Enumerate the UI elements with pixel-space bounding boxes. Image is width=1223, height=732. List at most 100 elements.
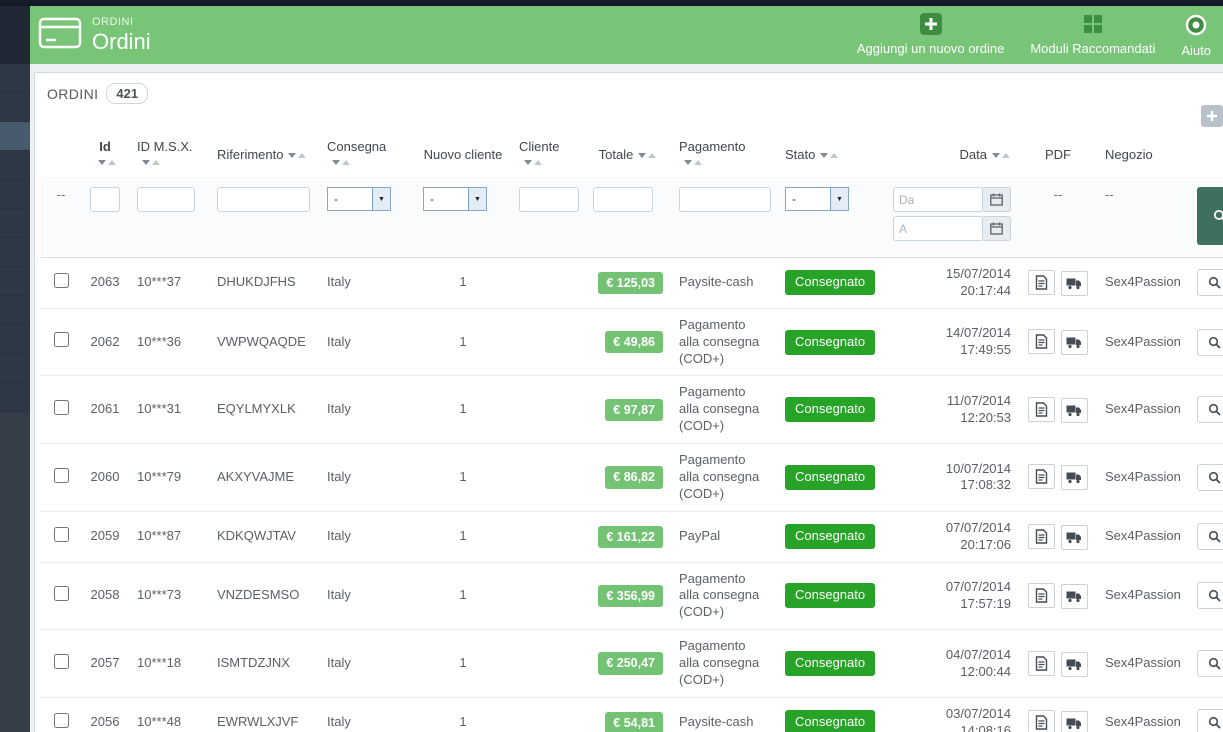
column-header-id[interactable]: Id: [81, 129, 129, 177]
filter-totale-input[interactable]: [593, 187, 653, 212]
delivery-pdf-button[interactable]: [1060, 330, 1088, 356]
sidebar-item[interactable]: [0, 296, 30, 325]
calendar-icon[interactable]: [983, 216, 1011, 241]
cell-time: 12:00:44: [960, 663, 1011, 679]
delivery-pdf-button[interactable]: [1060, 583, 1088, 609]
status-badge: Consegnato: [785, 583, 876, 609]
table-header-row: Id ID M.S.X. Riferimento Consegna Nuovo clie…: [41, 129, 1223, 177]
row-checkbox[interactable]: [53, 712, 69, 728]
cell-id-msx: 10***73: [129, 561, 209, 630]
sidebar-item[interactable]: [0, 383, 30, 412]
column-header-riferimento[interactable]: Riferimento: [209, 129, 319, 177]
cell-time: 17:08:32: [960, 477, 1011, 493]
total-badge: € 250,47: [598, 652, 663, 675]
total-badge: € 356,99: [598, 584, 663, 608]
help-button[interactable]: Aiuto: [1181, 13, 1211, 58]
sidebar-item-active[interactable]: [0, 122, 30, 151]
cell-time: 17:49:55: [960, 342, 1011, 358]
row-checkbox[interactable]: [53, 585, 69, 601]
column-header-consegna[interactable]: Consegna: [319, 129, 415, 177]
cell-pagamento: Paysite-cash: [671, 257, 777, 309]
invoice-pdf-button[interactable]: [1028, 582, 1056, 608]
sort-arrows-icon: [991, 147, 1011, 162]
view-order-button[interactable]: [1197, 523, 1223, 551]
cell-negozio: Sex4Passion: [1097, 696, 1189, 732]
filter-msx-input[interactable]: [137, 187, 195, 212]
view-order-button[interactable]: [1197, 463, 1223, 491]
column-header-data[interactable]: Data: [885, 129, 1019, 177]
add-new-button[interactable]: [1201, 105, 1223, 127]
filter-consegna-select[interactable]: - ▼: [327, 187, 391, 211]
view-order-button[interactable]: [1197, 396, 1223, 424]
cell-date: 11/07/2014: [946, 392, 1011, 408]
invoice-pdf-button[interactable]: [1028, 709, 1056, 732]
sidebar-item[interactable]: [0, 209, 30, 238]
delivery-pdf-button[interactable]: [1060, 710, 1088, 732]
cell-cliente: [511, 307, 585, 376]
row-checkbox[interactable]: [53, 332, 69, 348]
sidebar-item[interactable]: [0, 93, 30, 122]
cell-order-id: 2060: [81, 443, 129, 512]
delivery-pdf-button[interactable]: [1060, 270, 1088, 296]
recommended-modules-button[interactable]: Moduli Raccomandati: [1030, 13, 1155, 56]
view-order-button[interactable]: [1197, 582, 1223, 610]
sidebar-item[interactable]: [0, 64, 30, 93]
invoice-pdf-button[interactable]: [1028, 329, 1056, 355]
column-header-cliente[interactable]: Cliente: [511, 129, 585, 177]
sidebar-item[interactable]: [0, 354, 30, 383]
column-header-totale[interactable]: Totale: [585, 129, 671, 177]
filter-date-from-input[interactable]: [893, 187, 983, 212]
delivery-pdf-button[interactable]: [1060, 465, 1088, 491]
add-order-button[interactable]: Aggiungi un nuovo ordine: [857, 12, 1004, 56]
help-icon: [1184, 13, 1208, 40]
cell-date: 04/07/2014: [945, 646, 1011, 662]
sidebar-item[interactable]: [0, 151, 30, 180]
filter-id-input[interactable]: [90, 187, 120, 212]
view-order-button[interactable]: [1197, 650, 1223, 678]
column-header-stato[interactable]: Stato: [777, 129, 885, 177]
cell-id-msx: 10***31: [129, 375, 209, 444]
row-checkbox[interactable]: [53, 467, 69, 483]
recommended-modules-label: Moduli Raccomandati: [1030, 40, 1156, 56]
main-content: ORDINI 421 Id ID M.S.X. Riferimento Cons…: [30, 64, 1223, 732]
invoice-pdf-button[interactable]: [1028, 269, 1056, 295]
filter-stato-value: -: [792, 192, 796, 206]
filter-stato-select[interactable]: - ▼: [785, 187, 849, 211]
filter-empty: --: [1105, 187, 1114, 202]
sidebar-item[interactable]: [0, 325, 30, 354]
cell-nuovo-cliente: 1: [415, 696, 511, 732]
cell-consegna: Italy: [319, 561, 415, 630]
sidebar-logo-area[interactable]: [0, 6, 30, 64]
filter-cliente-input[interactable]: [519, 187, 579, 212]
filter-search-button[interactable]: [1197, 187, 1223, 245]
row-checkbox[interactable]: [53, 653, 69, 669]
row-checkbox[interactable]: [53, 526, 69, 542]
cell-negozio: Sex4Passion: [1097, 257, 1189, 309]
column-header-pagamento[interactable]: Pagamento: [671, 129, 777, 177]
view-order-button[interactable]: [1197, 709, 1223, 732]
filter-riferimento-input[interactable]: [217, 187, 310, 212]
view-order-button[interactable]: [1197, 269, 1223, 297]
invoice-pdf-button[interactable]: [1028, 396, 1056, 422]
filter-pagamento-input[interactable]: [679, 187, 771, 212]
cell-order-id: 2063: [81, 257, 129, 309]
row-checkbox[interactable]: [53, 399, 69, 415]
calendar-icon[interactable]: [983, 187, 1011, 212]
view-order-button[interactable]: [1197, 328, 1223, 356]
filter-nuovo-cliente-select[interactable]: - ▼: [423, 187, 487, 211]
invoice-pdf-button[interactable]: [1028, 523, 1056, 549]
delivery-pdf-button[interactable]: [1060, 524, 1088, 550]
sidebar-item[interactable]: [0, 180, 30, 209]
help-label: Aiuto: [1181, 42, 1211, 58]
invoice-pdf-button[interactable]: [1028, 650, 1056, 676]
sidebar-item[interactable]: [0, 267, 30, 296]
sidebar-item[interactable]: [0, 238, 30, 267]
delivery-pdf-button[interactable]: [1060, 651, 1088, 677]
row-checkbox[interactable]: [53, 272, 69, 288]
filter-date-to-input[interactable]: [893, 216, 983, 241]
invoice-pdf-button[interactable]: [1028, 464, 1056, 490]
delivery-pdf-button[interactable]: [1060, 397, 1088, 423]
cell-negozio: Sex4Passion: [1097, 307, 1189, 376]
breadcrumb-section: ORDINI: [92, 15, 134, 28]
column-header-id-m-s-x-[interactable]: ID M.S.X.: [129, 129, 209, 177]
